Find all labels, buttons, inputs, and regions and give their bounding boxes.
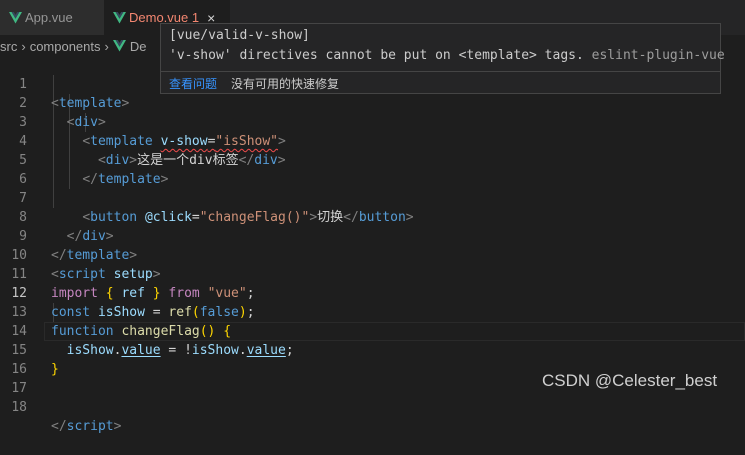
watermark: CSDN @Celester_best [542,371,718,390]
code-line-6: 6 [0,151,745,187]
code-line-11: 11 import { ref } from "vue"; [0,246,745,301]
error-hover-tooltip: [vue/valid-v-show] 'v-show' directives c… [160,23,725,94]
vue-logo-icon [8,11,22,25]
hover-status-bar: 查看问题 没有可用的快速修复 [161,71,720,94]
hover-message: 'v-show' directives cannot be put on <te… [169,48,584,63]
code-line-14: 14 isShow.value = !isShow.value; [0,303,745,358]
hover-source: eslint-plugin-vue [591,48,725,63]
chevron-right-icon: › [21,38,26,54]
breadcrumb-item-components[interactable]: components [30,39,101,54]
code-line-4: 4 <div>这是一个div标签</div> [0,113,745,168]
code-line-12: 12 const isShow = ref(false); [0,265,745,320]
code-line-10: 10 <script setup> [0,227,745,282]
tab-app-vue[interactable]: App.vue [0,0,104,35]
code-line-15: 15 } [0,322,745,377]
vue-logo-icon [113,39,127,53]
code-line-16: 16 [0,341,745,377]
code-editor[interactable]: 1 <template> 2 <div> 3 <template v-show=… [0,56,745,434]
code-line-8: 8 </div> [0,189,745,244]
view-problem-link[interactable]: 查看问题 [169,75,217,92]
vue-logo-icon [112,11,126,25]
line-number: 18 [11,400,27,415]
breadcrumb-item-src[interactable]: src [0,39,17,54]
breadcrumb-item-file[interactable]: De [130,39,147,54]
tab-label: App.vue [25,10,73,25]
code-line-13: 13 function changeFlag() { [0,284,745,339]
code-line-7: 7 <button @click="changeFlag()">切换</butt… [0,170,745,225]
no-quick-fix-label: 没有可用的快速修复 [231,76,340,91]
code-line-5: 5 </template> [0,132,745,187]
chevron-right-icon: › [104,38,109,54]
code-line-3: 3 <template v-show="isShow"> [0,94,745,149]
hover-rule: [vue/valid-v-show] [169,28,310,43]
code-line-9: 9 </template> [0,208,745,263]
hover-message-line: 'v-show' directives cannot be put on <te… [169,48,725,63]
